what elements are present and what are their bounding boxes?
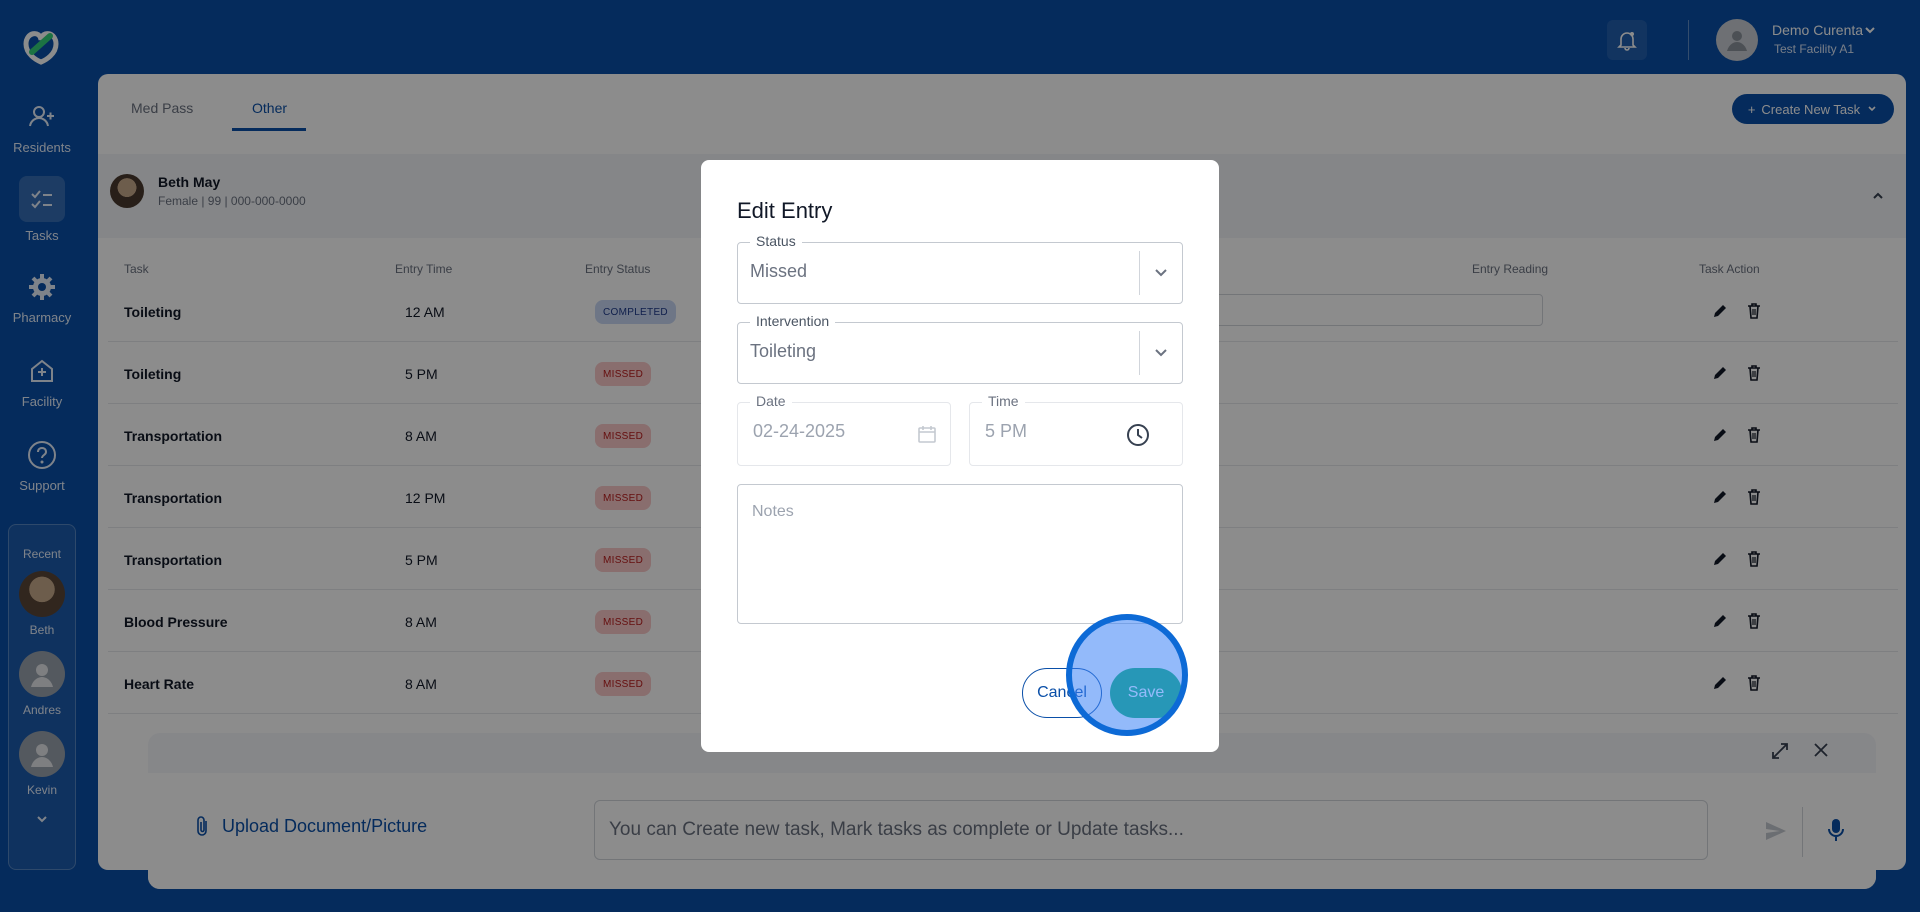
- status-label: Status: [750, 233, 802, 249]
- date-field[interactable]: Date 02-24-2025: [737, 393, 951, 466]
- date-value: 02-24-2025: [753, 421, 846, 441]
- chevron-down-icon: [1155, 349, 1167, 357]
- intervention-label: Intervention: [750, 313, 836, 329]
- edit-entry-dialog: Edit Entry Status Missed Intervention To…: [701, 160, 1219, 752]
- date-label: Date: [750, 393, 792, 409]
- save-button[interactable]: Save: [1110, 668, 1182, 718]
- notes-placeholder: Notes: [752, 503, 794, 520]
- intervention-select[interactable]: Intervention Toileting: [737, 313, 1183, 384]
- notes-textarea[interactable]: Notes: [737, 484, 1183, 624]
- time-label: Time: [982, 393, 1025, 409]
- calendar-icon[interactable]: [916, 423, 938, 445]
- status-value: Missed: [750, 261, 808, 281]
- dialog-title: Edit Entry: [737, 198, 833, 223]
- time-field[interactable]: Time 5 PM: [969, 393, 1183, 466]
- chevron-down-icon: [1155, 269, 1167, 277]
- cancel-button[interactable]: Cancel: [1022, 668, 1102, 718]
- status-select[interactable]: Status Missed: [737, 233, 1183, 304]
- intervention-value: Toileting: [750, 341, 817, 361]
- select-divider: [1139, 251, 1140, 295]
- time-value: 5 PM: [985, 421, 1028, 441]
- clock-icon[interactable]: [1126, 423, 1150, 447]
- select-divider: [1139, 331, 1140, 375]
